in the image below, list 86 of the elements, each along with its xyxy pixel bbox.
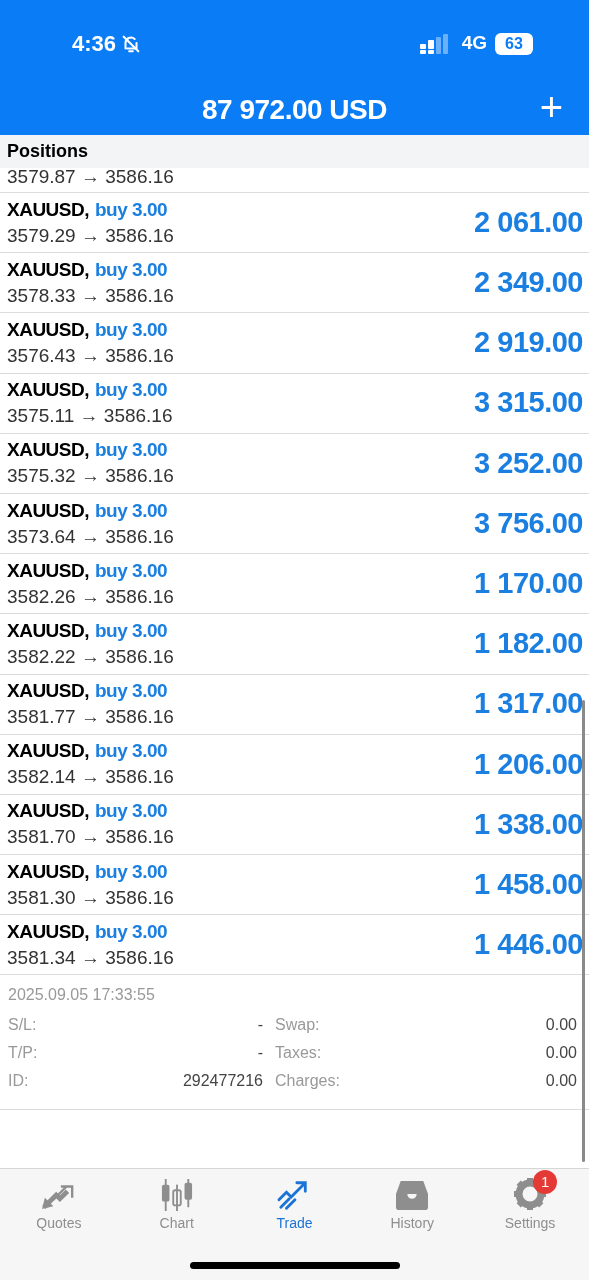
profit-value: 2 919.00 xyxy=(474,325,583,361)
tab-item[interactable]: Settings 1 xyxy=(471,1169,589,1233)
price-change: 3582.14 → 3586.16 xyxy=(7,765,174,790)
trade-side: buy 3.00 xyxy=(95,859,168,884)
position-row[interactable]: XAUUSD, buy 3.00 3576.43 → 3586.16 2 919.00 xyxy=(0,313,589,374)
trade-side: buy 3.00 xyxy=(95,799,168,824)
symbol: XAUUSD, xyxy=(7,859,89,884)
symbol: XAUUSD, xyxy=(7,317,89,342)
price-change: 3581.77 → 3586.16 xyxy=(7,705,174,730)
symbol: XAUUSD, xyxy=(7,679,89,704)
price-change: 3582.26 → 3586.16 xyxy=(7,584,174,609)
price-change: 3575.11 → 3586.16 xyxy=(7,404,173,429)
trade-side: buy 3.00 xyxy=(95,197,168,222)
profit-value: 1 170.00 xyxy=(474,565,583,601)
field-label: S/L: xyxy=(8,1015,37,1036)
field-value: 0.00 xyxy=(545,1043,577,1064)
profit-value: 1 182.00 xyxy=(474,626,583,662)
notification-badge: 1 xyxy=(533,1170,558,1194)
symbol: XAUUSD, xyxy=(7,438,89,463)
profit-value: 3 252.00 xyxy=(474,445,583,481)
profit-value: 1 206.00 xyxy=(474,746,583,782)
battery-level: 63 xyxy=(495,32,533,55)
position-row[interactable]: XAUUSD, buy 3.00 3575.11 → 3586.16 3 315.00 xyxy=(0,373,589,434)
profit-value: 2 349.00 xyxy=(474,265,583,301)
trade-side: buy 3.00 xyxy=(95,558,168,583)
add-button[interactable]: + xyxy=(539,85,563,129)
price-change: 3581.70 → 3586.16 xyxy=(7,825,174,850)
price-change: 3576.43 → 3586.16 xyxy=(7,343,174,368)
field-label: Swap: xyxy=(275,1015,320,1036)
profit-value: 1 317.00 xyxy=(474,686,583,722)
price-change: 3578.33 → 3586.16 xyxy=(7,283,174,308)
symbol: XAUUSD, xyxy=(7,378,89,403)
trade-side: buy 3.00 xyxy=(95,618,168,643)
position-row[interactable]: XAUUSD, buy 3.00 3575.32 → 3586.16 3 252.00 xyxy=(0,433,589,494)
field-value: - xyxy=(257,1015,263,1036)
price-change: 3579.87 → 3586.16 xyxy=(7,168,174,187)
signal-icon xyxy=(419,33,450,54)
price-change: 3581.34 → 3586.16 xyxy=(7,945,174,970)
symbol: XAUUSD, xyxy=(7,618,89,643)
tab-item[interactable]: Trade xyxy=(235,1169,354,1233)
field-value: - xyxy=(257,1043,263,1064)
scrollbar[interactable] xyxy=(582,700,585,1162)
profit-value: 3 756.00 xyxy=(474,505,583,541)
trade-side: buy 3.00 xyxy=(95,498,168,523)
position-row[interactable]: XAUUSD, buy 3.00 3578.33 → 3586.16 2 349.00 xyxy=(0,253,589,314)
profit-value: 1 338.00 xyxy=(474,806,583,842)
trade-side: buy 3.00 xyxy=(95,378,168,403)
field-value: 0.00 xyxy=(545,1015,577,1036)
position-row[interactable]: XAUUSD, buy 3.00 3582.22 → 3586.16 1 182.00 xyxy=(0,614,589,675)
symbol: XAUUSD, xyxy=(7,257,89,282)
field-label: Charges: xyxy=(275,1071,340,1092)
price-change: 3573.64 → 3586.16 xyxy=(7,524,174,549)
symbol: XAUUSD, xyxy=(7,197,89,222)
account-balance: 87 972.00 USD xyxy=(202,93,387,127)
symbol: XAUUSD, xyxy=(7,558,89,583)
profit-value: 1 446.00 xyxy=(474,927,583,963)
trade-side: buy 3.00 xyxy=(95,919,168,944)
position-row[interactable]: XAUUSD, buy 3.00 3573.64 → 3586.16 3 756.00 xyxy=(0,493,589,555)
position-row[interactable]: XAUUSD, buy 3.00 3582.26 → 3586.16 1 170.00 xyxy=(0,554,589,615)
profit-value: 1 458.00 xyxy=(474,866,583,902)
price-change: 3582.22 → 3586.16 xyxy=(7,644,174,669)
price-change: 3575.32 → 3586.16 xyxy=(7,464,174,489)
field-label: Taxes: xyxy=(275,1043,322,1064)
profit-value: 2 061.00 xyxy=(474,204,583,240)
open-time: 2025.09.05 17:33:55 xyxy=(8,985,156,1006)
settings-icon xyxy=(513,1177,548,1211)
symbol: XAUUSD, xyxy=(7,739,89,764)
field-value: 292477216 xyxy=(182,1071,263,1092)
trade-side: buy 3.00 xyxy=(95,438,168,463)
trade-side: buy 3.00 xyxy=(95,679,168,704)
symbol: XAUUSD, xyxy=(7,799,89,824)
trade-side: buy 3.00 xyxy=(95,317,168,342)
section-title: Positions xyxy=(7,140,88,163)
field-label: ID: xyxy=(8,1071,29,1092)
price-change: 3579.29 → 3586.16 xyxy=(7,223,174,248)
position-row[interactable]: XAUUSD, buy 3.00 3579.29 → 3586.16 2 061.00 xyxy=(0,193,589,254)
network-label: 4G xyxy=(461,31,487,56)
price-change: 3581.30 → 3586.16 xyxy=(7,885,174,910)
trade-side: buy 3.00 xyxy=(95,257,168,282)
trade-side: buy 3.00 xyxy=(95,739,168,764)
field-value: 0.00 xyxy=(545,1071,577,1092)
status-time: 4:36 xyxy=(72,30,117,58)
profit-value: 3 315.00 xyxy=(474,385,583,421)
symbol: XAUUSD, xyxy=(7,498,89,523)
field-label: T/P: xyxy=(8,1043,38,1064)
symbol: XAUUSD, xyxy=(7,919,89,944)
